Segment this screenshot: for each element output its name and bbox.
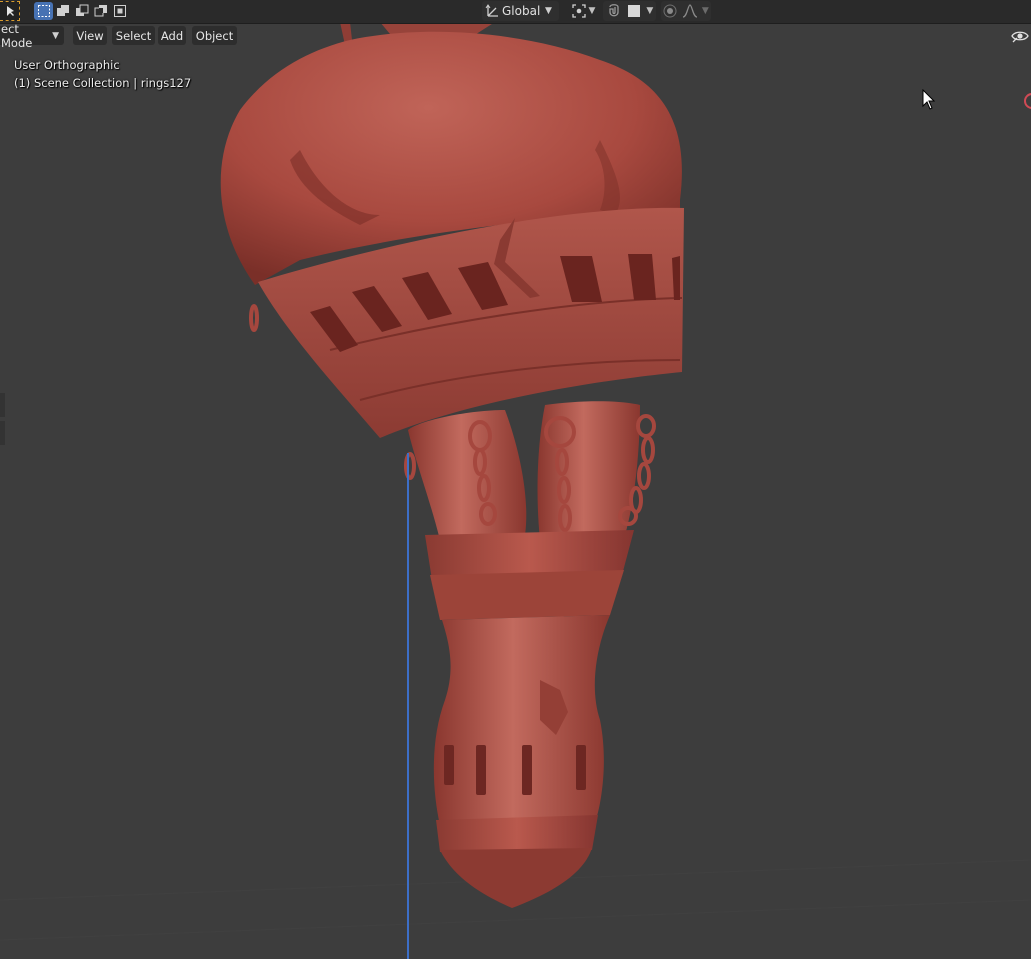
snap-icon[interactable] — [606, 3, 622, 19]
bottom-cuff-shape — [436, 815, 598, 852]
viewport-model-render — [0, 22, 1031, 941]
mode-extend-button[interactable] — [53, 2, 72, 20]
proportional-edit-icon[interactable] — [663, 4, 677, 18]
chevron-down-icon: ▼ — [52, 30, 59, 41]
snap-increment-icon[interactable] — [627, 4, 641, 18]
view-name-label: User Orthographic — [14, 58, 120, 72]
mode-difference-icon — [94, 5, 107, 17]
mode-subtract-button[interactable] — [72, 2, 91, 20]
snap-group: ▼ — [603, 1, 656, 21]
chevron-down-icon: ▼ — [545, 6, 552, 16]
visibility-button[interactable] — [1011, 28, 1029, 44]
mode-set-button[interactable] — [34, 2, 53, 20]
transform-orientation-dropdown[interactable]: Global ▼ — [482, 1, 559, 21]
select-cursor-tool[interactable] — [0, 1, 20, 21]
orientation-label: Global — [502, 4, 541, 18]
mouse-cursor-icon — [922, 89, 936, 110]
mode-difference-button[interactable] — [91, 2, 110, 20]
menu-select[interactable]: Select — [112, 26, 155, 45]
pivot-point-icon — [571, 4, 586, 18]
selection-mode-group — [34, 2, 129, 20]
menu-object[interactable]: Object — [192, 26, 237, 45]
menu-add[interactable]: Add — [158, 26, 186, 45]
lower-leg-shape — [433, 615, 610, 825]
select-cursor-icon — [6, 6, 14, 16]
mode-intersect-button[interactable] — [110, 2, 129, 20]
mode-intersect-icon — [113, 5, 126, 17]
box-select-icon — [37, 5, 50, 17]
menu-view[interactable]: View — [73, 26, 107, 45]
y-axis-line — [407, 453, 409, 959]
transform-orientation-icon — [485, 4, 498, 17]
mode-extend-icon — [56, 5, 69, 16]
chevron-down-icon[interactable]: ▼ — [646, 6, 653, 16]
visibility-icon — [1011, 31, 1029, 43]
pivot-point-dropdown[interactable]: ▼ — [567, 1, 599, 21]
left-region-edge[interactable] — [0, 393, 5, 455]
proportional-edit-group: ▼ — [661, 1, 711, 21]
navigation-gizmo-edge-icon[interactable] — [1022, 92, 1031, 110]
interaction-mode-dropdown[interactable]: ect Mode ▼ — [0, 22, 64, 50]
collection-info-label: (1) Scene Collection | rings127 — [14, 76, 192, 90]
left-leg-shape — [408, 410, 527, 540]
mode-label: ect Mode — [1, 21, 33, 50]
falloff-icon[interactable] — [682, 4, 698, 18]
chevron-down-icon: ▼ — [588, 6, 596, 16]
mode-subtract-icon — [75, 4, 88, 16]
viewport-header: ect Mode ▼ View Select Add Object — [0, 22, 1031, 50]
tool-header: Global ▼ ▼ ▼ ▼ — [0, 0, 1031, 24]
chevron-down-icon[interactable]: ▼ — [702, 6, 709, 16]
